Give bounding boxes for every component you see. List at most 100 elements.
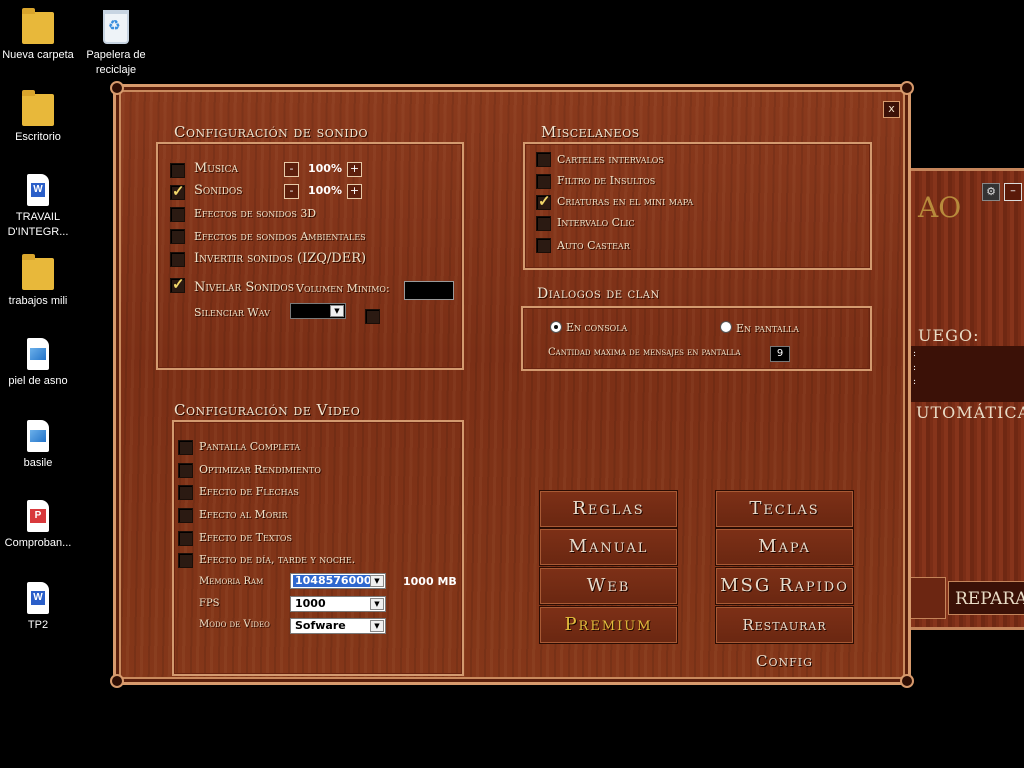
- config-window: x Configuración de sonido Musica - 100% …: [110, 81, 914, 688]
- desktop-icon-tp2[interactable]: TP2: [0, 582, 76, 633]
- web-button[interactable]: Web: [539, 567, 678, 605]
- clan-panel: [521, 306, 872, 371]
- sonidos-plus-button[interactable]: +: [347, 184, 362, 199]
- word-document-icon: [27, 174, 49, 206]
- efecto-dia-label: Efecto de día, tarde y noche.: [199, 553, 356, 566]
- close-button[interactable]: x: [883, 101, 900, 118]
- teclas-button[interactable]: Teclas: [715, 490, 854, 528]
- volumen-minimo-label: Volumen Minimo:: [296, 282, 390, 295]
- musica-checkbox[interactable]: [170, 163, 185, 178]
- desktop-icon-label: trabajos mili: [8, 295, 68, 307]
- optimizar-label: Optimizar Rendimiento: [199, 463, 321, 476]
- musica-value: 100%: [308, 162, 342, 175]
- manual-button[interactable]: Manual: [539, 528, 678, 566]
- fps-value: 1000: [295, 597, 326, 610]
- stat-dot: :: [913, 349, 917, 359]
- desktop-icon-label: Escritorio: [15, 131, 61, 143]
- restaurar-config-button[interactable]: Restaurar Config: [715, 606, 854, 670]
- repair-button[interactable]: REPARA: [948, 581, 1024, 615]
- efecto-dia-checkbox[interactable]: [178, 553, 193, 568]
- chevron-down-icon[interactable]: ▼: [330, 305, 344, 317]
- desktop-icon-trabajos-mili[interactable]: trabajos mili: [0, 254, 76, 309]
- msg-rapido-button[interactable]: MSG Rapido: [715, 567, 854, 605]
- desktop-icon-piel-de-asno[interactable]: piel de asno: [0, 338, 76, 389]
- carteles-checkbox[interactable]: [536, 152, 551, 167]
- desktop-icon-label: TRAVAIL D'INTEGR...: [7, 211, 69, 238]
- auto-label: UTOMÁTICAS: [916, 403, 1024, 422]
- desktop-icon-comprobante[interactable]: Comproban...: [0, 500, 76, 551]
- word-document-icon: [27, 582, 49, 614]
- desktop-icon-label: Comproban...: [4, 537, 72, 549]
- efecto-textos-label: Efecto de Textos: [199, 531, 292, 544]
- memoria-ram-label: Memoria Ram: [199, 576, 264, 587]
- sonidos-checkbox[interactable]: [170, 182, 185, 200]
- sonidos-minus-button[interactable]: -: [284, 184, 299, 199]
- silenciar-wav-select[interactable]: ▼: [290, 303, 346, 319]
- mapa-button[interactable]: Mapa: [715, 528, 854, 566]
- intervalo-clic-label: Intervalo Clic: [557, 216, 635, 229]
- pdf-document-icon: [27, 500, 49, 532]
- desktop-icon-label: Nueva carpeta: [2, 49, 74, 61]
- misc-title: Miscelaneos: [541, 123, 640, 141]
- minimize-button[interactable]: –: [1004, 183, 1022, 201]
- nivelar-checkbox[interactable]: [170, 275, 185, 293]
- folder-icon: [22, 254, 54, 290]
- recycle-bin-icon: [103, 10, 129, 44]
- desktop-icon-papelera[interactable]: Papelera de reciclaje: [78, 10, 154, 78]
- reglas-button[interactable]: Reglas: [539, 490, 678, 528]
- fps-select[interactable]: 1000 ▼: [290, 596, 386, 612]
- efecto-morir-checkbox[interactable]: [178, 508, 193, 523]
- volumen-minimo-input[interactable]: [404, 281, 454, 300]
- memoria-ram-select[interactable]: 1048576000 ▼: [290, 573, 386, 589]
- efecto-flechas-label: Efecto de Flechas: [199, 485, 299, 498]
- musica-label: Musica: [194, 161, 239, 176]
- invertir-checkbox[interactable]: [170, 252, 185, 267]
- video-title: Configuración de Video: [174, 401, 361, 419]
- filtro-insultos-checkbox[interactable]: [536, 174, 551, 189]
- premium-button[interactable]: Premium: [539, 606, 678, 644]
- stats-strip: : : :: [908, 346, 1024, 402]
- nivelar-label: Nivelar Sonidos: [194, 280, 294, 295]
- intervalo-clic-checkbox[interactable]: [536, 216, 551, 231]
- sonidos-value: 100%: [308, 184, 342, 197]
- en-pantalla-radio[interactable]: [720, 321, 732, 333]
- efecto-textos-checkbox[interactable]: [178, 531, 193, 546]
- game-logo: AO: [918, 191, 962, 224]
- modo-video-select[interactable]: Sofware ▼: [290, 618, 386, 634]
- ambientales-checkbox[interactable]: [170, 229, 185, 244]
- input-box[interactable]: [906, 577, 946, 619]
- criaturas-label: Criaturas en el mini mapa: [557, 195, 694, 208]
- chevron-down-icon[interactable]: ▼: [370, 598, 384, 610]
- sound-title: Configuración de sonido: [174, 123, 369, 141]
- desktop-icon-label: TP2: [27, 619, 49, 631]
- corner-ornament: [110, 674, 124, 688]
- carteles-label: Carteles intervalos: [557, 153, 664, 166]
- chevron-down-icon[interactable]: ▼: [370, 620, 384, 632]
- desktop-icon-escritorio[interactable]: Escritorio: [0, 90, 76, 145]
- desktop-icon-travail[interactable]: TRAVAIL D'INTEGR...: [0, 174, 76, 240]
- image-file-icon: [27, 338, 49, 370]
- en-consola-radio[interactable]: [550, 321, 562, 333]
- pantalla-completa-checkbox[interactable]: [178, 440, 193, 455]
- gear-icon[interactable]: ⚙: [982, 183, 1000, 201]
- image-file-icon: [27, 420, 49, 452]
- chevron-down-icon[interactable]: ▼: [370, 575, 384, 587]
- modo-video-label: Modo de Video: [199, 619, 270, 630]
- stat-dot: :: [913, 363, 917, 373]
- efectos-3d-checkbox[interactable]: [170, 207, 185, 222]
- silenciar-wav-label: Silenciar Wav: [194, 306, 270, 319]
- background-game-window[interactable]: AO ⚙ – UEGO: : : : UTOMÁTICAS REPARA: [905, 168, 1024, 630]
- pantalla-completa-label: Pantalla Completa: [199, 440, 301, 453]
- silenciar-wav-checkbox[interactable]: [365, 309, 380, 324]
- criaturas-checkbox[interactable]: [536, 192, 551, 210]
- musica-plus-button[interactable]: +: [347, 162, 362, 177]
- optimizar-checkbox[interactable]: [178, 463, 193, 478]
- desktop-icon-basile[interactable]: basile: [0, 420, 76, 471]
- musica-minus-button[interactable]: -: [284, 162, 299, 177]
- auto-castear-checkbox[interactable]: [536, 238, 551, 253]
- desktop-icon-nueva-carpeta[interactable]: Nueva carpeta: [0, 8, 76, 63]
- ambientales-label: Efectos de sonidos Ambientales: [194, 230, 366, 243]
- auto-castear-label: Auto Castear: [557, 239, 630, 252]
- efecto-flechas-checkbox[interactable]: [178, 485, 193, 500]
- cantidad-maxima-input[interactable]: 9: [770, 346, 790, 362]
